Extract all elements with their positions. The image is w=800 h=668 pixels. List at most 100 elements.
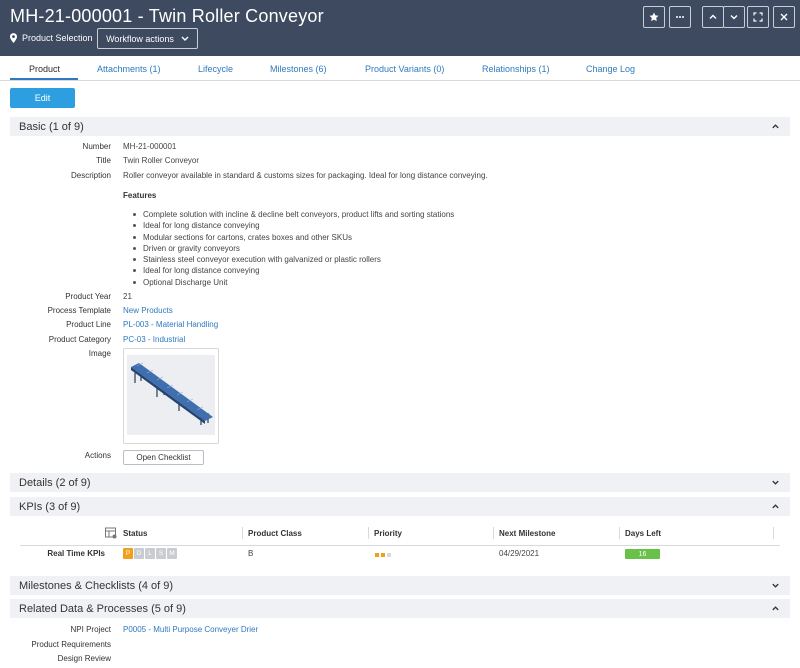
section-milestones[interactable]: Milestones & Checklists (4 of 9) [10, 576, 790, 595]
list-item: Driven or gravity conveyors [123, 243, 454, 254]
section-basic[interactable]: Basic (1 of 9) [10, 117, 790, 136]
tab-product[interactable]: Product [29, 64, 60, 74]
section-details-title: Details (2 of 9) [19, 476, 91, 489]
chevron-up-icon [772, 504, 779, 509]
npi-project-link[interactable]: P0005 - Multi Purpose Conveyer Drier [123, 625, 258, 634]
image-label: Image [88, 349, 111, 358]
fullscreen-icon [753, 12, 763, 22]
close-icon [780, 13, 788, 21]
workflow-actions-label: Workflow actions [106, 33, 174, 44]
page-title: MH-21-000001 - Twin Roller Conveyor [10, 6, 324, 26]
status-letter: P [123, 548, 133, 559]
process-template-label: Process Template [47, 306, 111, 315]
section-related-title: Related Data & Processes (5 of 9) [19, 602, 186, 615]
priority-indicator [375, 553, 391, 557]
actions-label: Actions [84, 451, 111, 460]
kpi-row-label: Real Time KPIs [47, 549, 105, 558]
product-line-link[interactable]: PL-003 - Material Handling [123, 320, 218, 329]
section-related[interactable]: Related Data & Processes (5 of 9) [10, 599, 790, 618]
features-list: Complete solution with incline & decline… [123, 209, 454, 288]
design-review-label: Design Review [57, 654, 111, 663]
section-milestones-title: Milestones & Checklists (4 of 9) [19, 579, 174, 592]
product-requirements-label: Product Requirements [31, 640, 111, 649]
column-header-next-milestone[interactable]: Next Milestone [499, 524, 555, 542]
open-checklist-button[interactable]: Open Checklist [123, 450, 204, 465]
days-left-badge: 16 [625, 549, 660, 559]
description-value: Roller conveyor available in standard & … [123, 171, 488, 180]
column-header-days-left[interactable]: Days Left [625, 524, 661, 542]
item-tabs: Product Attachments (1) Lifecycle Milest… [0, 56, 800, 81]
number-label: Number [82, 142, 111, 151]
active-tab-indicator [10, 78, 78, 80]
location-pin-icon [10, 33, 17, 43]
column-divider [773, 527, 774, 539]
section-details[interactable]: Details (2 of 9) [10, 473, 790, 492]
column-divider [368, 527, 369, 539]
tab-attachments[interactable]: Attachments (1) [97, 64, 161, 74]
chevron-up-icon [709, 14, 717, 19]
product-category-link[interactable]: PC-03 - Industrial [123, 335, 185, 344]
column-header-status[interactable]: Status [123, 524, 147, 542]
product-line-label: Product Line [66, 320, 111, 329]
close-button[interactable] [773, 6, 795, 28]
product-year-value: 21 [123, 292, 132, 301]
product-class-value: B [248, 549, 254, 558]
chevron-down-icon [181, 36, 189, 41]
next-item-button[interactable] [723, 6, 745, 28]
status-letter: D [134, 548, 144, 559]
chevron-down-icon [772, 583, 779, 588]
status-indicator: P D L S M [123, 548, 177, 559]
chevron-down-icon [730, 15, 738, 20]
workspace-location[interactable]: Product Selection [10, 33, 93, 43]
conveyor-image [131, 362, 213, 425]
description-label: Description [70, 171, 111, 180]
list-item: Ideal for long distance conveying [123, 265, 454, 276]
table-settings-icon[interactable] [105, 527, 117, 539]
table-header-divider [20, 545, 780, 546]
column-header-product-class[interactable]: Product Class [248, 524, 302, 542]
tab-milestones[interactable]: Milestones (6) [270, 64, 327, 74]
section-kpis-title: KPIs (3 of 9) [19, 500, 81, 513]
previous-item-button[interactable] [702, 6, 724, 28]
number-value: MH-21-000001 [123, 142, 177, 151]
edit-button[interactable]: Edit [10, 88, 75, 108]
tab-change-log[interactable]: Change Log [586, 64, 635, 74]
image-background [127, 355, 215, 435]
page-header: MH-21-000001 - Twin Roller Conveyor Prod… [0, 0, 800, 56]
tab-product-variants[interactable]: Product Variants (0) [365, 64, 444, 74]
tab-lifecycle[interactable]: Lifecycle [198, 64, 233, 74]
column-divider [619, 527, 620, 539]
section-basic-title: Basic (1 of 9) [19, 120, 84, 133]
bookmark-button[interactable] [643, 6, 665, 28]
list-item: Complete solution with incline & decline… [123, 209, 454, 220]
fullscreen-button[interactable] [747, 6, 769, 28]
status-letter: M [167, 548, 177, 559]
process-template-link[interactable]: New Products [123, 306, 173, 315]
npi-project-label: NPI Project [70, 625, 111, 634]
list-item: Ideal for long distance conveying [123, 220, 454, 231]
workflow-actions-button[interactable]: Workflow actions [97, 28, 198, 49]
column-divider [493, 527, 494, 539]
list-item: Optional Discharge Unit [123, 277, 454, 288]
product-year-label: Product Year [65, 292, 111, 301]
product-category-label: Product Category [48, 335, 111, 344]
star-icon [649, 12, 659, 22]
priority-dot [387, 553, 391, 557]
product-image[interactable] [123, 348, 219, 444]
tab-relationships[interactable]: Relationships (1) [482, 64, 550, 74]
column-divider [242, 527, 243, 539]
more-options-button[interactable] [669, 6, 691, 28]
section-kpis[interactable]: KPIs (3 of 9) [10, 497, 790, 516]
chevron-up-icon [772, 606, 779, 611]
title-label: Title [96, 156, 111, 165]
list-item: Modular sections for cartons, crates box… [123, 232, 454, 243]
column-header-priority[interactable]: Priority [374, 524, 402, 542]
chevron-up-icon [772, 124, 779, 129]
list-item: Stainless steel conveyor execution with … [123, 254, 454, 265]
more-icon [676, 16, 684, 18]
next-milestone-value: 04/29/2021 [499, 549, 540, 558]
workspace-name: Product Selection [22, 33, 93, 43]
status-letter: L [145, 548, 155, 559]
status-letter: S [156, 548, 166, 559]
priority-dot [381, 553, 385, 557]
